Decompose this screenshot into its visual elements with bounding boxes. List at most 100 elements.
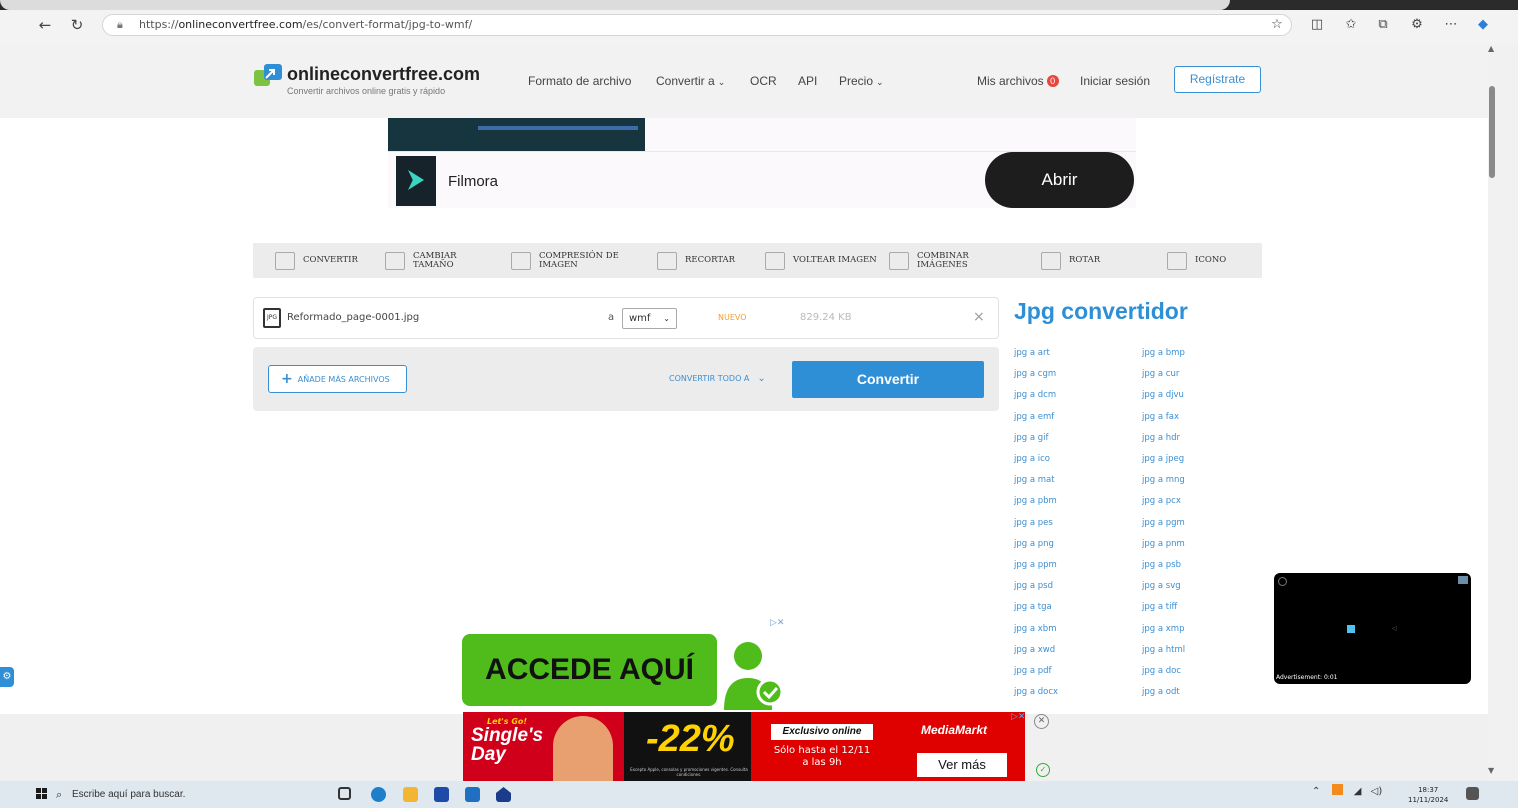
- volume-icon[interactable]: ◁): [1371, 786, 1383, 797]
- filmora-ad[interactable]: Filmora Abrir: [388, 118, 1136, 208]
- tab-compresion[interactable]: COMPRESIÓN DE IMAGEN: [511, 243, 641, 278]
- convert-button[interactable]: Convertir: [792, 361, 984, 398]
- expand-icon[interactable]: [1458, 576, 1468, 584]
- jpg-format-link[interactable]: jpg a png: [1014, 539, 1054, 549]
- tab-convertir[interactable]: CONVERTIR: [275, 243, 358, 278]
- page-scrollbar[interactable]: ▲ ▼: [1488, 44, 1518, 781]
- ad-choices-icon[interactable]: ▷✕: [770, 618, 784, 628]
- jpg-format-link[interactable]: jpg a ppm: [1014, 560, 1057, 570]
- register-button[interactable]: Regístrate: [1174, 66, 1261, 93]
- file-explorer-icon[interactable]: [403, 787, 418, 802]
- jpg-format-link[interactable]: jpg a xmp: [1142, 624, 1184, 634]
- more-menu-icon[interactable]: ⋯: [1440, 14, 1462, 36]
- wifi-icon[interactable]: ◢: [1354, 786, 1362, 797]
- split-screen-icon[interactable]: ◫: [1306, 14, 1328, 36]
- address-bar[interactable]: 🔒︎ https://onlineconvertfree.com/es/conv…: [102, 14, 1292, 36]
- jpg-format-link[interactable]: jpg a odt: [1142, 687, 1180, 697]
- jpg-format-link[interactable]: jpg a svg: [1142, 581, 1181, 591]
- chevron-up-icon[interactable]: ⌃: [1312, 786, 1320, 797]
- extensions-icon[interactable]: ⚙: [1406, 14, 1428, 36]
- jpg-format-link[interactable]: jpg a gif: [1014, 433, 1049, 443]
- collections-icon[interactable]: ⧉: [1372, 14, 1394, 36]
- ad-choices-icon[interactable]: ▷✕: [1011, 712, 1025, 722]
- favorite-star-icon[interactable]: ☆: [1266, 14, 1288, 36]
- windows-start-icon[interactable]: [36, 788, 48, 800]
- jpg-format-link[interactable]: jpg a mat: [1014, 475, 1055, 485]
- nav-ocr[interactable]: OCR: [750, 74, 777, 88]
- scrollbar-thumb[interactable]: [1489, 86, 1495, 178]
- edge-icon[interactable]: [371, 787, 386, 802]
- tab-rotar[interactable]: ROTAR: [1041, 243, 1100, 278]
- jpg-format-link[interactable]: jpg a pdf: [1014, 666, 1052, 676]
- store-icon[interactable]: [434, 787, 449, 802]
- jpg-format-link[interactable]: jpg a ico: [1014, 454, 1050, 464]
- jpg-format-link[interactable]: jpg a jpeg: [1142, 454, 1184, 464]
- jpg-format-link[interactable]: jpg a xbm: [1014, 624, 1056, 634]
- nav-convertir-a[interactable]: Convertir a ⌄: [656, 74, 725, 88]
- mediamarkt-ad[interactable]: Let's Go! Single's Day -22% Excepto Apple…: [463, 712, 1025, 781]
- ad-see-more-button[interactable]: Ver más: [917, 753, 1007, 777]
- logo-name[interactable]: onlineconvertfree.com: [287, 64, 480, 85]
- copilot-icon[interactable]: ◆: [1472, 14, 1494, 36]
- accede-ad-button[interactable]: ACCEDE AQUÍ: [462, 634, 717, 706]
- home-app-icon[interactable]: [496, 787, 511, 802]
- reload-icon[interactable]: ↻: [66, 14, 88, 36]
- my-files-link[interactable]: Mis archivos 0: [977, 74, 1059, 88]
- add-more-files-button[interactable]: + AÑADE MÁS ARCHIVOS: [268, 365, 407, 393]
- mail-icon[interactable]: [465, 787, 480, 802]
- active-tab-edge[interactable]: [0, 0, 1230, 10]
- nav-precio[interactable]: Precio ⌄: [839, 74, 884, 88]
- ad-open-button[interactable]: Abrir: [985, 152, 1134, 208]
- settings-gear-icon[interactable]: ⚙: [0, 667, 14, 687]
- taskbar-search[interactable]: ⌕ Escribe aquí para buscar.: [56, 785, 326, 805]
- jpg-format-link[interactable]: jpg a psd: [1014, 581, 1053, 591]
- jpg-format-link[interactable]: jpg a psb: [1142, 560, 1181, 570]
- notifications-icon[interactable]: [1466, 787, 1479, 800]
- jpg-format-link[interactable]: jpg a pes: [1014, 518, 1053, 528]
- close-icon[interactable]: ✕: [1034, 714, 1049, 729]
- close-icon[interactable]: ×: [973, 309, 985, 325]
- jpg-format-link[interactable]: jpg a pcx: [1142, 496, 1181, 506]
- jpg-format-link[interactable]: jpg a tga: [1014, 602, 1052, 612]
- jpg-format-link[interactable]: jpg a pbm: [1014, 496, 1057, 506]
- jpg-format-link[interactable]: jpg a mng: [1142, 475, 1185, 485]
- tab-combinar[interactable]: COMBINAR IMÁGENES: [889, 243, 999, 278]
- jpg-format-link[interactable]: jpg a pgm: [1142, 518, 1185, 528]
- jpg-format-link[interactable]: jpg a dcm: [1014, 390, 1056, 400]
- jpg-format-link[interactable]: jpg a fax: [1142, 412, 1179, 422]
- scroll-down-icon[interactable]: ▼: [1488, 766, 1494, 775]
- jpg-format-link[interactable]: jpg a tiff: [1142, 602, 1177, 612]
- back-icon[interactable]: ←: [34, 14, 56, 36]
- jpg-format-link[interactable]: jpg a doc: [1142, 666, 1181, 676]
- jpg-format-link[interactable]: jpg a bmp: [1142, 348, 1185, 358]
- scroll-up-icon[interactable]: ▲: [1488, 44, 1494, 53]
- task-view-icon[interactable]: [338, 787, 351, 800]
- tab-voltear[interactable]: VOLTEAR IMAGEN: [765, 243, 877, 278]
- jpg-format-link[interactable]: jpg a html: [1142, 645, 1185, 655]
- nav-api[interactable]: API: [798, 74, 817, 88]
- play-icon[interactable]: [1347, 625, 1355, 633]
- jpg-format-link[interactable]: jpg a pnm: [1142, 539, 1185, 549]
- jpg-format-link[interactable]: jpg a cgm: [1014, 369, 1056, 379]
- taskbar-clock[interactable]: 18:37 11/11/2024: [1408, 785, 1448, 805]
- app-tray-icon[interactable]: [1331, 784, 1343, 795]
- jpg-format-link[interactable]: jpg a emf: [1014, 412, 1054, 422]
- jpg-format-link[interactable]: jpg a hdr: [1142, 433, 1180, 443]
- tab-cambiar-tamano[interactable]: CAMBIAR TAMAÑO: [385, 243, 485, 278]
- logo-icon[interactable]: [254, 64, 284, 88]
- jpg-format-link[interactable]: jpg a djvu: [1142, 390, 1184, 400]
- jpg-format-link[interactable]: jpg a cur: [1142, 369, 1179, 379]
- accede-ad[interactable]: ▷✕ ACCEDE AQUÍ: [458, 616, 798, 714]
- tab-recortar[interactable]: RECORTAR: [657, 243, 735, 278]
- jpg-format-link[interactable]: jpg a xwd: [1014, 645, 1055, 655]
- check-icon[interactable]: ✓: [1036, 763, 1050, 777]
- tab-icono[interactable]: ICONO: [1167, 243, 1226, 278]
- format-select[interactable]: wmf ⌄: [622, 308, 677, 329]
- video-ad[interactable]: ◁ Advertisement: 0:01: [1274, 573, 1471, 684]
- close-icon[interactable]: [1278, 577, 1287, 586]
- favorites-icon[interactable]: ✩: [1340, 14, 1362, 36]
- jpg-format-link[interactable]: jpg a docx: [1014, 687, 1058, 697]
- jpg-format-link[interactable]: jpg a art: [1014, 348, 1050, 358]
- login-link[interactable]: Iniciar sesión: [1080, 74, 1150, 88]
- convert-all-dropdown[interactable]: CONVERTIR TODO A ⌄: [669, 373, 766, 384]
